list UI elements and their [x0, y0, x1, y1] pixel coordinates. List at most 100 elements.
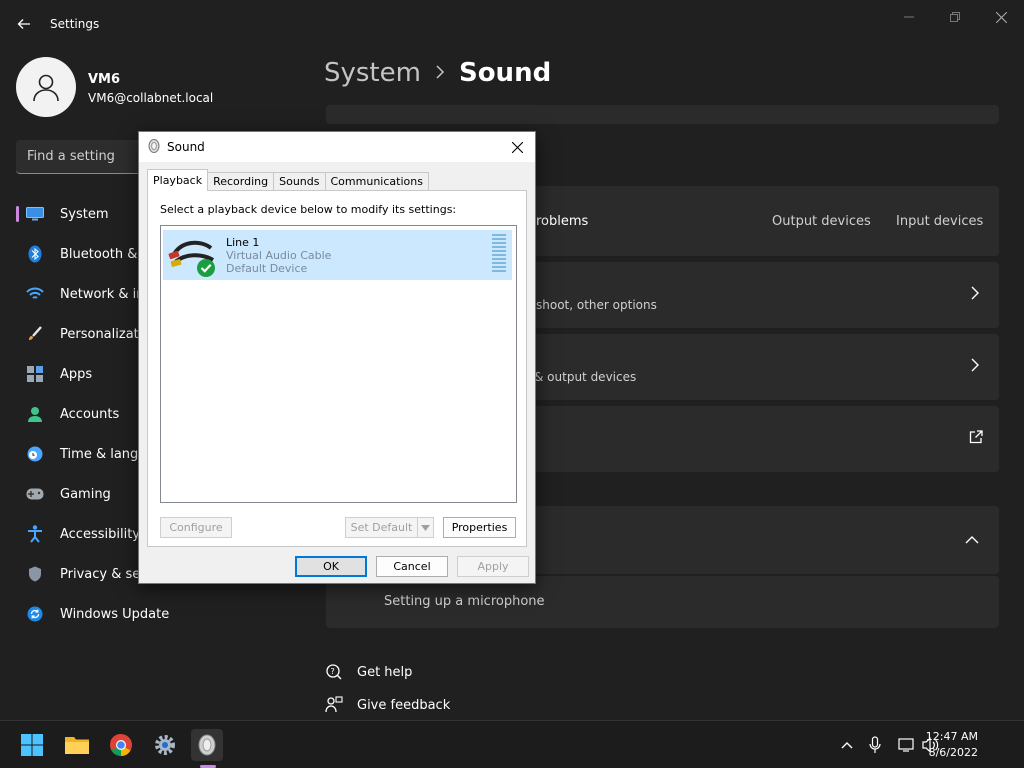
- arrow-left-icon: [17, 19, 30, 29]
- set-default-dropdown[interactable]: [417, 517, 434, 538]
- accessibility-icon: [26, 525, 44, 543]
- input-devices-link[interactable]: Input devices: [896, 214, 983, 229]
- set-default-button[interactable]: Set Default: [345, 517, 417, 538]
- sidebar-item-windows-update[interactable]: Windows Update: [0, 594, 300, 634]
- wifi-icon: [26, 285, 44, 303]
- get-help-link[interactable]: ? Get help: [324, 662, 412, 682]
- show-hidden-icons-button[interactable]: [837, 735, 857, 755]
- breadcrumb: System Sound: [324, 58, 551, 88]
- taskbar-sound-dialog[interactable]: [191, 729, 223, 761]
- playback-device-list[interactable]: Line 1 Virtual Audio Cable Default Devic…: [160, 225, 517, 503]
- card-top-partial: [326, 105, 999, 124]
- search-placeholder: Find a setting: [27, 149, 115, 164]
- sidebar-item-label: Network & ir: [60, 286, 142, 302]
- page-title: Sound: [458, 58, 552, 88]
- cancel-button[interactable]: Cancel: [376, 556, 448, 577]
- sidebar-item-label: System: [60, 206, 109, 222]
- app-title: Settings: [50, 17, 100, 31]
- person-icon: [33, 74, 59, 102]
- properties-button[interactable]: Properties: [443, 517, 516, 538]
- give-feedback-link[interactable]: Give feedback: [324, 695, 450, 715]
- dialog-title-bar: Sound: [139, 132, 535, 162]
- output-devices-link[interactable]: Output devices: [772, 214, 871, 229]
- avatar[interactable]: [16, 57, 76, 117]
- clock-time: 12:47 AM: [925, 730, 978, 743]
- minimize-icon: [904, 16, 914, 18]
- chevron-up-icon: [841, 742, 853, 749]
- close-icon: [511, 141, 523, 153]
- windows-logo-icon: [21, 734, 43, 756]
- taskbar-file-explorer[interactable]: [61, 729, 93, 761]
- instruction-text: Select a playback device below to modify…: [160, 203, 457, 216]
- maximize-button[interactable]: [932, 6, 978, 28]
- sidebar-item-label: Personalizati: [60, 326, 143, 342]
- tab-recording[interactable]: Recording: [207, 172, 275, 190]
- minimize-button[interactable]: [886, 6, 932, 28]
- device-name: Line 1: [226, 236, 260, 249]
- microphone-icon: [869, 736, 881, 753]
- playback-panel: Select a playback device below to modify…: [147, 190, 527, 547]
- sidebar-item-label: Time & langu: [60, 446, 147, 462]
- gamepad-icon: [26, 485, 44, 503]
- network-icon: [898, 738, 914, 752]
- close-icon: [995, 11, 1007, 23]
- taskbar-settings[interactable]: [149, 729, 181, 761]
- taskbar-chrome[interactable]: [105, 729, 137, 761]
- give-feedback-label: Give feedback: [357, 697, 451, 713]
- user-email: VM6@collabnet.local: [88, 91, 214, 105]
- update-icon: [26, 605, 44, 623]
- brush-icon: [26, 325, 44, 343]
- folder-icon: [65, 737, 89, 754]
- chevron-down-icon: [421, 525, 430, 531]
- sidebar-item-label: Accounts: [60, 406, 120, 422]
- title-bar: Settings: [0, 0, 1024, 48]
- back-button[interactable]: [12, 12, 36, 36]
- sidebar-item-label: Windows Update: [60, 606, 170, 622]
- apply-button[interactable]: Apply: [457, 556, 529, 577]
- device-item[interactable]: Line 1 Virtual Audio Cable Default Devic…: [163, 230, 512, 280]
- taskbar-clock[interactable]: 12:47 AM 8/6/2022: [926, 729, 978, 761]
- microphone-tray-button[interactable]: [865, 735, 885, 755]
- monitor-icon: [26, 205, 44, 223]
- tab-communications[interactable]: Communications: [324, 172, 429, 190]
- chrome-icon: [110, 733, 132, 756]
- breadcrumb-parent[interactable]: System: [324, 58, 421, 88]
- user-name: VM6: [88, 72, 121, 87]
- sidebar-item-label: Apps: [60, 366, 93, 382]
- start-button[interactable]: [16, 729, 48, 761]
- sidebar-item-label: Gaming: [60, 486, 111, 502]
- volume-level-meter: [492, 234, 506, 274]
- gear-icon: [155, 735, 175, 755]
- card-subtitle: shoot, other options: [536, 298, 657, 312]
- restore-icon: [950, 12, 960, 22]
- sidebar-item-label: Bluetooth &: [60, 246, 138, 262]
- chevron-right-icon: [435, 64, 445, 83]
- clock-globe-icon: [26, 445, 44, 463]
- speaker-icon: [198, 734, 216, 756]
- taskbar: 12:47 AM 8/6/2022: [0, 720, 1024, 768]
- tab-playback[interactable]: Playback: [147, 169, 209, 191]
- speaker-icon: [148, 139, 160, 153]
- external-link-icon: [969, 430, 983, 448]
- get-help-label: Get help: [357, 664, 413, 680]
- chevron-up-icon: [965, 532, 979, 548]
- ok-button[interactable]: OK: [295, 556, 367, 577]
- dialog-title: Sound: [167, 140, 205, 154]
- network-tray-button[interactable]: [897, 735, 917, 755]
- chevron-right-icon: [971, 286, 979, 304]
- dialog-close-button[interactable]: [507, 137, 527, 157]
- bluetooth-icon: [26, 245, 44, 263]
- audio-cable-icon: [168, 240, 215, 277]
- troubleshoot-title: roblems: [536, 214, 589, 229]
- close-button[interactable]: [978, 6, 1024, 28]
- sidebar-item-label: Accessibility: [60, 526, 140, 542]
- tab-sounds[interactable]: Sounds: [273, 172, 326, 190]
- sidebar-item-label: Privacy & se: [60, 566, 141, 582]
- configure-button[interactable]: Configure: [160, 517, 232, 538]
- dialog-tabs: Playback Recording Sounds Communications: [147, 169, 429, 191]
- svg-text:?: ?: [331, 667, 335, 676]
- clock-date: 8/6/2022: [928, 746, 978, 759]
- help-chat-icon: ?: [324, 662, 344, 682]
- mic-help-link[interactable]: Setting up a microphone: [384, 594, 545, 609]
- apps-icon: [26, 365, 44, 383]
